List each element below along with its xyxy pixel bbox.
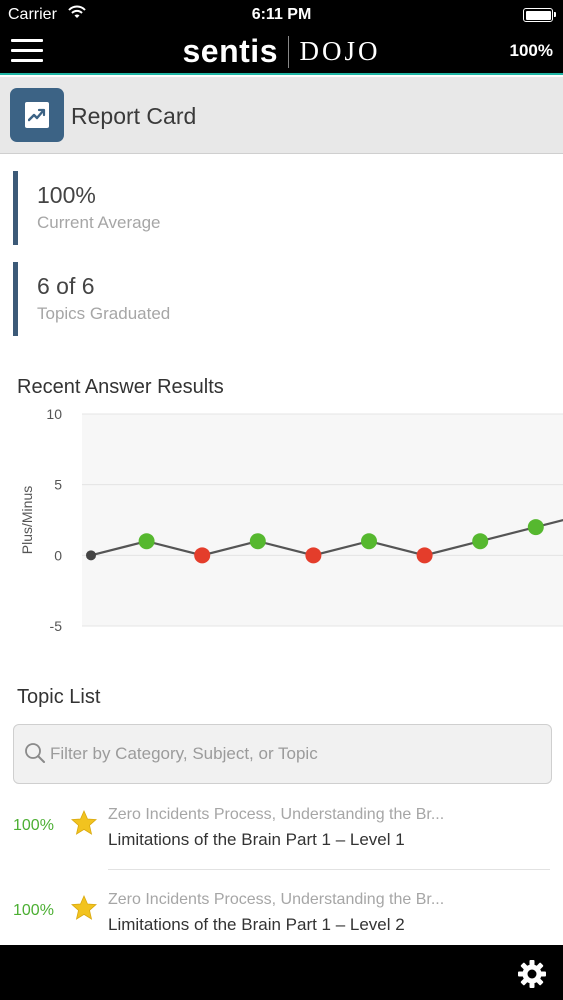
report-chart-icon: [10, 88, 64, 142]
data-point: [194, 547, 211, 564]
topic-percent: 100%: [13, 817, 54, 834]
search-icon: [24, 742, 46, 769]
topic-name: Limitations of the Brain Part 1 – Level …: [108, 915, 405, 934]
topic-category: Zero Incidents Process, Understanding th…: [108, 806, 445, 823]
search-input[interactable]: [50, 737, 540, 771]
data-point: [361, 533, 377, 550]
stat-label: Current Average: [37, 213, 161, 232]
status-bar: Carrier 6:11 PM: [0, 0, 563, 30]
stat-label: Topics Graduated: [37, 304, 171, 323]
y-tick-label: -5: [50, 618, 63, 634]
chart-canvas: 10 5 0 -5 Plus/Minus: [19, 406, 563, 634]
y-tick-label: 5: [54, 477, 62, 493]
star-icon: [71, 895, 97, 926]
gear-icon[interactable]: [517, 959, 547, 989]
page-header: Report Card: [0, 77, 563, 154]
chart-plot-area: [82, 414, 563, 626]
data-point: [472, 533, 489, 550]
brand-main: sentis: [182, 33, 278, 69]
data-point: [527, 519, 544, 536]
brand-sub: DOJO: [299, 36, 381, 66]
brand-logo: sentis DOJO: [0, 33, 563, 70]
topic-section-title: Topic List: [17, 686, 101, 708]
stat-value: 100%: [37, 182, 96, 208]
bottom-toolbar: [0, 945, 563, 1000]
battery-icon: [523, 8, 556, 22]
brand-separator: [287, 35, 290, 68]
topic-category: Zero Incidents Process, Understanding th…: [108, 891, 445, 908]
data-point: [138, 533, 155, 550]
topic-percent: 100%: [13, 902, 54, 919]
stat-current-average: 100% Current Average: [13, 171, 313, 245]
data-point: [416, 547, 433, 564]
topic-name: Limitations of the Brain Part 1 – Level …: [108, 830, 405, 849]
header-percentage: 100%: [509, 41, 553, 60]
stat-topics-graduated: 6 of 6 Topics Graduated: [13, 262, 313, 336]
data-point: [249, 533, 266, 550]
y-tick-label: 0: [54, 547, 62, 563]
data-point: [86, 550, 96, 561]
status-time: 6:11 PM: [251, 6, 312, 23]
topic-list-item[interactable]: 100% Zero Incidents Process, Understandi…: [0, 870, 563, 955]
stat-value: 6 of 6: [37, 273, 95, 299]
topic-list-item[interactable]: 100% Zero Incidents Process, Understandi…: [0, 785, 563, 870]
page-title: Report Card: [71, 103, 197, 129]
search-field[interactable]: [13, 724, 552, 784]
answer-results-chart: 10 5 0 -5 Plus/Minus: [0, 400, 563, 640]
star-icon: [71, 810, 97, 841]
chart-section-title: Recent Answer Results: [17, 376, 224, 398]
data-point: [305, 547, 322, 564]
y-tick-label: 10: [46, 406, 62, 422]
y-axis-label: Plus/Minus: [19, 486, 35, 554]
app-header: sentis DOJO 100%: [0, 30, 563, 75]
